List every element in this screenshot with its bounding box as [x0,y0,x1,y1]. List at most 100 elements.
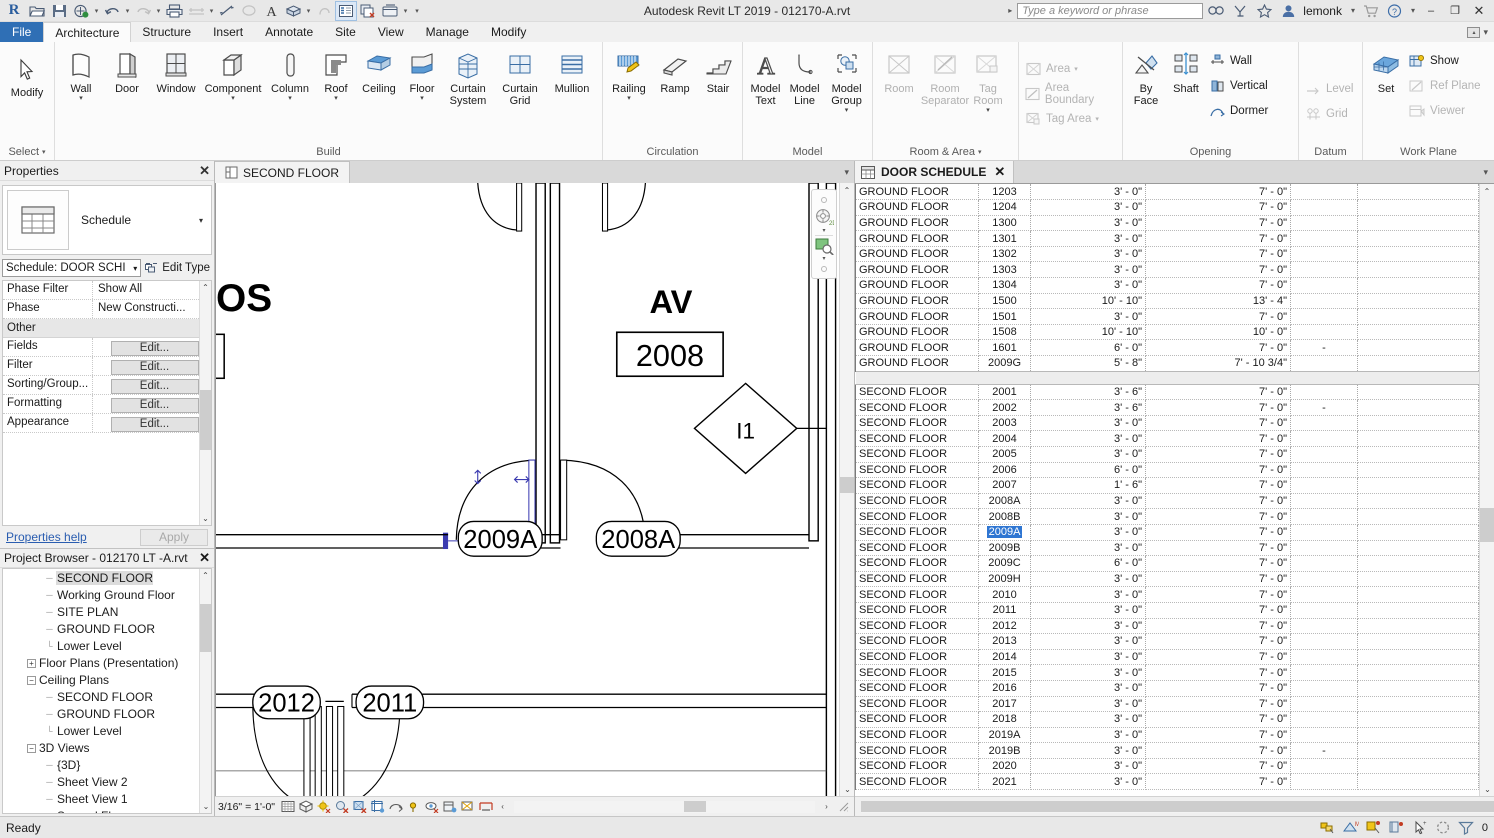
table-cell-level[interactable]: SECOND FLOOR [856,384,979,400]
table-cell-comments[interactable] [1291,478,1358,494]
table-row[interactable]: GROUND FLOOR12043' - 0"7' - 0" [856,200,1479,216]
tab-structure[interactable]: Structure [131,22,202,42]
table-cell-level[interactable]: SECOND FLOOR [856,431,979,447]
table-cell-width[interactable]: 3' - 6" [1031,400,1146,416]
door-button[interactable]: Door [104,46,150,95]
table-cell-height[interactable]: 7' - 0" [1146,524,1291,540]
user-name[interactable]: lemonk [1301,4,1346,18]
table-cell-mark[interactable]: 1501 [979,309,1031,325]
component-button[interactable]: Component ▾ [202,46,264,103]
table-cell-mark[interactable]: 2003 [979,415,1031,431]
table-cell-width[interactable]: 3' - 0" [1031,665,1146,681]
favorites-star-icon[interactable] [1253,1,1275,21]
table-cell-mark[interactable]: 2008B [979,509,1031,525]
table-cell-width[interactable]: 3' - 0" [1031,680,1146,696]
table-cell-level[interactable]: SECOND FLOOR [856,493,979,509]
table-row[interactable]: SECOND FLOOR20013' - 6"7' - 0" [856,384,1479,400]
properties-scroll-down-icon[interactable]: ⌄ [200,512,211,525]
steering-wheel-dropdown-icon[interactable]: ▾ [822,227,825,233]
table-cell-notes[interactable] [1358,356,1479,372]
model-line-button[interactable]: Model Line [785,46,824,107]
schedule-vertical-scrollbar[interactable]: ⌃ ⌄ [1479,184,1494,796]
curtain-system-button[interactable]: Curtain System [442,46,494,107]
table-cell-mark[interactable]: 2009H [979,571,1031,587]
table-row[interactable]: SECOND FLOOR2008A3' - 0"7' - 0" [856,493,1479,509]
table-cell-level[interactable]: SECOND FLOOR [856,680,979,696]
modify-workset-icon[interactable] [1320,819,1337,836]
table-cell-width[interactable]: 3' - 0" [1031,447,1146,463]
table-cell-level[interactable]: GROUND FLOOR [856,262,979,278]
tree-collapse-icon[interactable]: − [25,675,38,685]
table-cell-notes[interactable] [1358,774,1479,790]
tag-area-dropdown-icon[interactable]: ▾ [1095,115,1099,123]
table-cell-width[interactable]: 3' - 0" [1031,602,1146,618]
wall-button[interactable]: Wall ▾ [58,46,104,103]
property-value[interactable]: Show All [93,281,211,299]
table-row[interactable]: SECOND FLOOR20043' - 0"7' - 0" [856,431,1479,447]
apply-button[interactable]: Apply [140,529,208,546]
table-cell-notes[interactable] [1358,400,1479,416]
table-cell-level[interactable]: SECOND FLOOR [856,727,979,743]
table-cell-comments[interactable] [1291,696,1358,712]
table-cell-comments[interactable] [1291,231,1358,247]
table-cell-height[interactable]: 7' - 0" [1146,587,1291,603]
select-dropdown-icon[interactable]: ▾ [42,148,46,156]
table-cell-notes[interactable] [1358,509,1479,525]
table-cell-comments[interactable] [1291,524,1358,540]
table-cell-mark[interactable]: 1301 [979,231,1031,247]
table-cell-notes[interactable] [1358,231,1479,247]
reveal-hidden-elements-icon[interactable] [424,799,439,814]
table-row[interactable]: SECOND FLOOR2019B3' - 0"7' - 0"- [856,743,1479,759]
table-cell-mark[interactable]: 2001 [979,384,1031,400]
property-row-appearance[interactable]: Appearance Edit... [3,414,211,433]
table-cell-width[interactable]: 3' - 0" [1031,231,1146,247]
restore-button[interactable]: ❐ [1444,1,1466,21]
table-cell-notes[interactable] [1358,293,1479,309]
set-workplane-button[interactable]: Set [1366,46,1406,95]
table-cell-notes[interactable] [1358,215,1479,231]
table-cell-width[interactable]: 10' - 10" [1031,293,1146,309]
project-browser-close-icon[interactable]: ✕ [199,550,210,566]
table-cell-width[interactable]: 3' - 0" [1031,618,1146,634]
table-cell-height[interactable]: 7' - 0" [1146,478,1291,494]
table-cell-height[interactable]: 7' - 0" [1146,758,1291,774]
table-cell-mark[interactable]: 2009G [979,356,1031,372]
table-cell-height[interactable]: 13' - 4" [1146,293,1291,309]
table-cell-mark[interactable]: 2004 [979,431,1031,447]
editing-request-icon[interactable]: M [1343,819,1360,836]
qat-customize-icon[interactable]: ▾ [410,1,424,21]
tab-insert[interactable]: Insert [202,22,254,42]
view-tab-second-floor[interactable]: SECOND FLOOR [215,161,350,183]
table-cell-comments[interactable] [1291,278,1358,294]
tree-node[interactable]: −Ceiling Plans [3,671,211,688]
table-cell-comments[interactable] [1291,324,1358,340]
table-row[interactable]: SECOND FLOOR20173' - 0"7' - 0" [856,696,1479,712]
schedule-tab[interactable]: DOOR SCHEDULE ✕ [855,161,1014,183]
column-button[interactable]: Column ▾ [264,46,316,103]
show-crop-region-icon[interactable] [388,799,403,814]
schedule-hscroll-thumb[interactable] [861,801,1494,812]
table-cell-comments[interactable] [1291,774,1358,790]
table-cell-notes[interactable] [1358,478,1479,494]
user-dropdown-icon[interactable]: ▾ [1348,6,1358,15]
table-row[interactable]: SECOND FLOOR20133' - 0"7' - 0" [856,634,1479,650]
table-cell-height[interactable]: 7' - 0" [1146,462,1291,478]
property-row-formatting[interactable]: Formatting Edit... [3,395,211,414]
table-cell-level[interactable]: SECOND FLOOR [856,524,979,540]
table-cell-mark[interactable]: 2007 [979,478,1031,494]
tag-room-dropdown-icon[interactable]: ▾ [986,107,990,115]
table-cell-width[interactable]: 5' - 8" [1031,356,1146,372]
table-cell-mark[interactable]: 1508 [979,324,1031,340]
property-row-fields[interactable]: Fields Edit... [3,338,211,357]
tree-collapse-icon[interactable]: − [25,743,38,753]
table-cell-level[interactable]: GROUND FLOOR [856,278,979,294]
table-cell-mark[interactable]: 2021 [979,774,1031,790]
tree-node[interactable]: ─Sheet View 2 [3,773,211,790]
table-cell-width[interactable]: 3' - 0" [1031,649,1146,665]
table-cell-mark[interactable]: 2011 [979,602,1031,618]
search-input[interactable]: Type a keyword or phrase [1017,3,1203,19]
table-cell-comments[interactable] [1291,556,1358,572]
table-cell-comments[interactable] [1291,309,1358,325]
table-cell-mark[interactable]: 1203 [979,184,1031,200]
table-row[interactable]: GROUND FLOOR13033' - 0"7' - 0" [856,262,1479,278]
